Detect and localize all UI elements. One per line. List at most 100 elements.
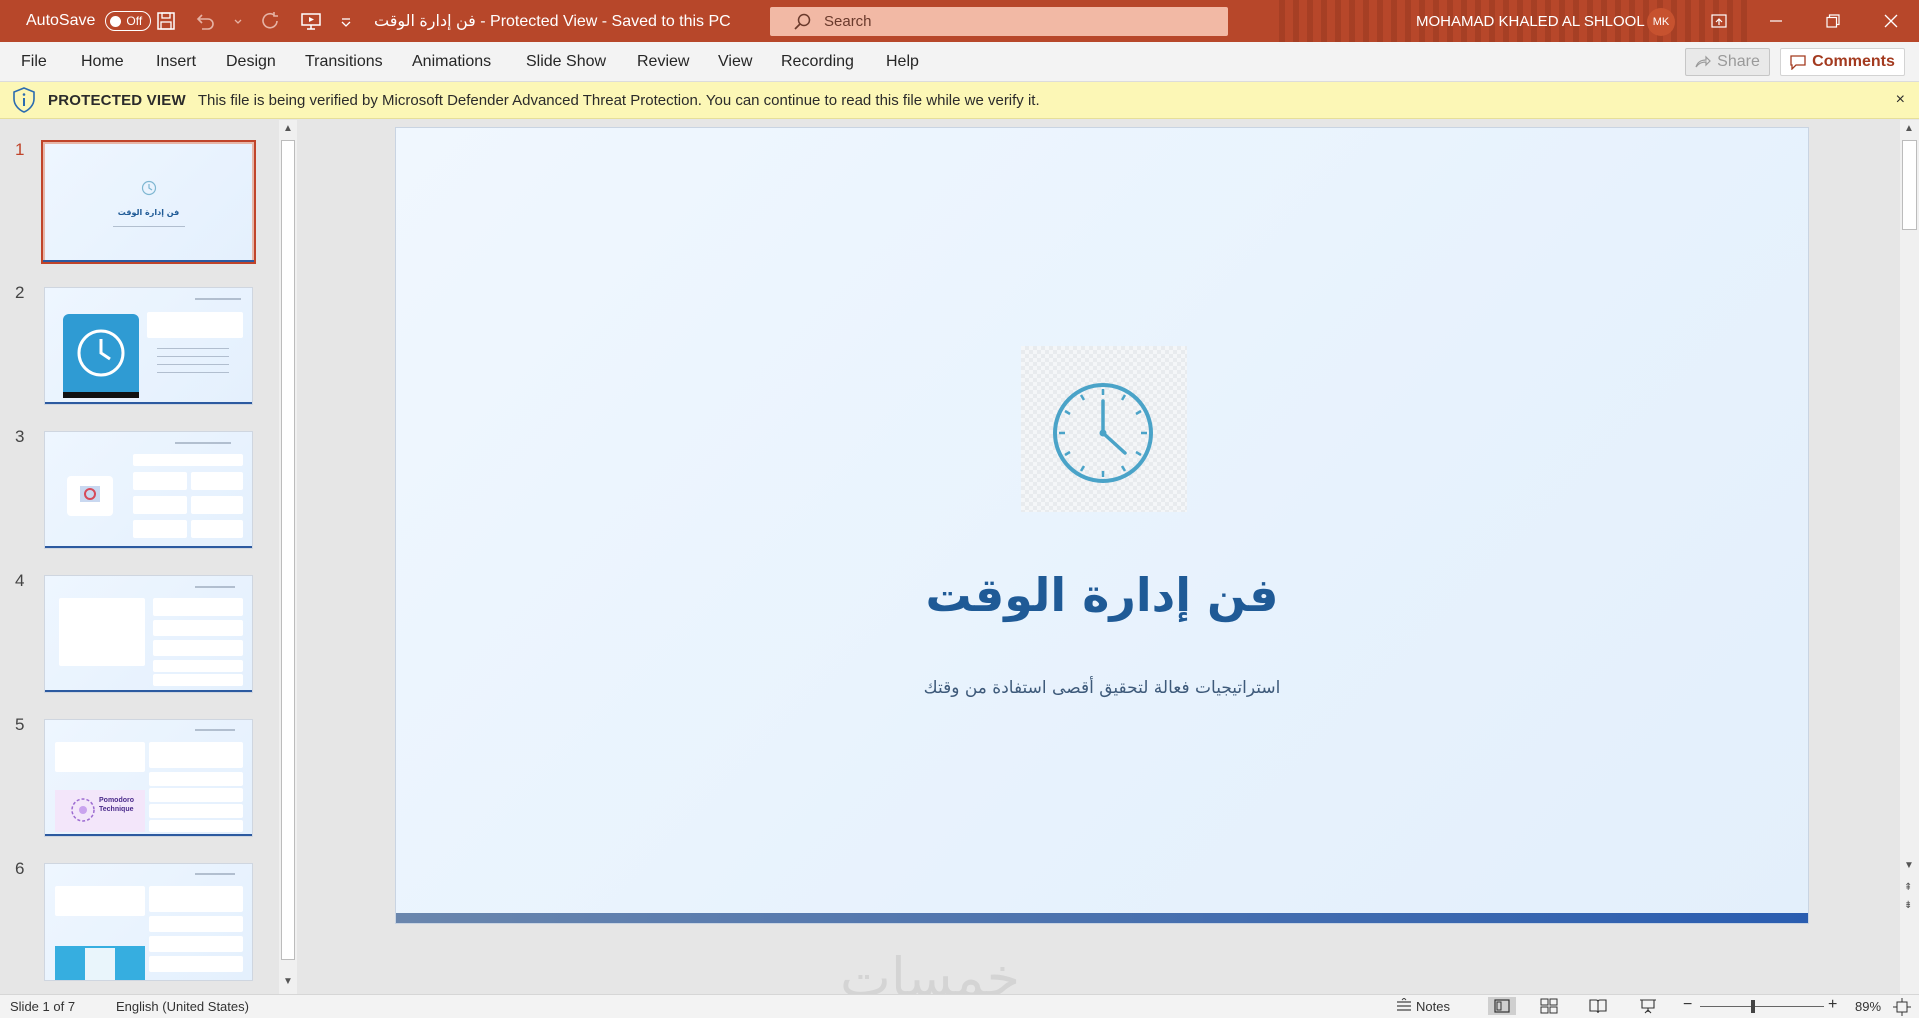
- clock-image: [1021, 346, 1187, 512]
- zoom-slider[interactable]: [1700, 1006, 1824, 1007]
- slide-sorter-icon: [1540, 998, 1558, 1014]
- pomodoro-illustration: Pomodoro Technique: [55, 790, 145, 832]
- save-icon[interactable]: [156, 11, 176, 31]
- zoom-out-button[interactable]: −: [1683, 996, 1692, 1014]
- thumbnail-number: 4: [15, 571, 25, 590]
- illustration-image: [67, 476, 113, 516]
- restore-button[interactable]: [1810, 0, 1856, 42]
- previous-slide-icon[interactable]: ⇞: [1904, 882, 1912, 893]
- search-placeholder: Search: [824, 13, 872, 30]
- quick-access-toolbar: [156, 0, 352, 42]
- title-bar: AutoSave Off فن إدارة الوقت - Protected …: [0, 0, 1919, 42]
- next-slide-icon[interactable]: ⇟: [1904, 900, 1912, 911]
- zoom-level[interactable]: 89%: [1855, 999, 1881, 1014]
- tab-view[interactable]: View: [718, 42, 752, 82]
- undo-icon[interactable]: [194, 11, 216, 31]
- tab-file[interactable]: File: [21, 42, 47, 82]
- fit-to-window-icon: [1893, 998, 1911, 1016]
- slide-subtitle[interactable]: استراتيجيات فعالة لتحقيق أقصى استفادة من…: [396, 678, 1808, 698]
- tab-transitions[interactable]: Transitions: [305, 42, 383, 82]
- zoom-slider-thumb[interactable]: [1751, 1000, 1755, 1013]
- calendar-image: [55, 946, 145, 980]
- normal-view-button[interactable]: [1488, 997, 1516, 1015]
- reading-view-icon: [1589, 999, 1607, 1014]
- close-icon: [1884, 14, 1898, 28]
- thumbnail-number: 2: [15, 283, 25, 302]
- fit-slide-button[interactable]: [1893, 998, 1911, 1018]
- clock-icon: [141, 180, 157, 196]
- shield-info-icon: [13, 87, 35, 113]
- share-label: Share: [1717, 53, 1760, 70]
- thumbnail-number: 5: [15, 715, 25, 734]
- scroll-up-icon[interactable]: ▲: [1904, 123, 1914, 134]
- slide-scrollbar[interactable]: ▲ ▼ ⇞ ⇟: [1900, 120, 1919, 994]
- autosave-toggle[interactable]: Off: [105, 11, 152, 31]
- slide-canvas[interactable]: فن إدارة الوقت استراتيجيات فعالة لتحقيق …: [395, 127, 1809, 924]
- thumbnails-scrollbar[interactable]: ▲ ▼: [279, 120, 297, 994]
- account-name[interactable]: MOHAMAD KHALED AL SHLOOL: [1416, 0, 1645, 42]
- comment-icon: [1790, 54, 1806, 70]
- language-indicator[interactable]: English (United States): [116, 999, 249, 1014]
- tab-recording[interactable]: Recording: [781, 42, 854, 82]
- slide-title[interactable]: فن إدارة الوقت: [396, 568, 1808, 622]
- scroll-down-icon[interactable]: ▼: [1904, 860, 1914, 871]
- ribbon-display-options-button[interactable]: [1696, 0, 1742, 42]
- minimize-button[interactable]: [1753, 0, 1799, 42]
- tab-review[interactable]: Review: [637, 42, 689, 82]
- slide-show-icon: [1640, 999, 1656, 1014]
- protected-view-label: PROTECTED VIEW: [48, 91, 186, 109]
- target-icon: [80, 486, 100, 502]
- scroll-down-icon[interactable]: ▼: [283, 976, 293, 987]
- thumbnail-number: 1: [15, 140, 25, 159]
- tab-slide-show[interactable]: Slide Show: [526, 42, 606, 82]
- slide-thumbnail-1[interactable]: فن إدارة الوقت: [41, 140, 256, 264]
- reading-view-button[interactable]: [1589, 998, 1607, 1017]
- slide-thumbnail-3[interactable]: [44, 431, 253, 549]
- autosave-control[interactable]: AutoSave Off: [26, 0, 152, 42]
- undo-dropdown-chevron-icon[interactable]: [234, 11, 242, 31]
- ribbon-display-icon: [1711, 14, 1727, 28]
- slide-thumbnail-4[interactable]: [44, 575, 253, 693]
- clock-icon: [77, 329, 125, 377]
- slide-thumbnail-6[interactable]: [44, 863, 253, 981]
- notes-icon: [1397, 997, 1411, 1011]
- slide-thumbnail-2[interactable]: [44, 287, 253, 405]
- close-message-bar-icon[interactable]: ×: [1896, 91, 1905, 109]
- thumbnail-subtitle-line: [113, 226, 185, 227]
- slide-thumbnails-pane: 1 فن إدارة الوقت 2 3 4 5 Pomodoro Techni…: [0, 120, 300, 994]
- close-window-button[interactable]: [1868, 0, 1914, 42]
- present-from-start-icon[interactable]: [300, 11, 322, 31]
- scrollbar-thumb[interactable]: [281, 140, 295, 960]
- tab-insert[interactable]: Insert: [156, 42, 196, 82]
- notes-button[interactable]: [1394, 997, 1414, 1017]
- slide-thumbnail-5[interactable]: Pomodoro Technique: [44, 719, 253, 837]
- scroll-up-icon[interactable]: ▲: [283, 123, 293, 134]
- notes-label[interactable]: Notes: [1416, 999, 1450, 1014]
- search-box[interactable]: Search: [770, 7, 1228, 36]
- share-icon: [1695, 55, 1711, 68]
- document-title: فن إدارة الوقت - Protected View - Saved …: [374, 13, 731, 30]
- clock-app-image: [63, 314, 139, 398]
- protected-view-bar: PROTECTED VIEW This file is being verifi…: [0, 82, 1919, 119]
- thumbnail-number: 3: [15, 427, 25, 446]
- comments-button[interactable]: Comments: [1780, 48, 1905, 76]
- zoom-in-button[interactable]: +: [1828, 996, 1837, 1014]
- pomodoro-clock-icon: [71, 798, 95, 822]
- comments-label: Comments: [1812, 53, 1895, 70]
- tab-home[interactable]: Home: [81, 42, 124, 82]
- thumbnail-title: فن إدارة الوقت: [117, 208, 180, 217]
- slide-sorter-button[interactable]: [1540, 998, 1558, 1017]
- scrollbar-thumb[interactable]: [1902, 140, 1917, 230]
- thumbnail-bottom-bar: [43, 260, 254, 262]
- tab-design[interactable]: Design: [226, 42, 276, 82]
- tab-help[interactable]: Help: [886, 42, 919, 82]
- slide-show-button[interactable]: [1639, 998, 1657, 1017]
- autosave-state: Off: [126, 14, 143, 28]
- normal-view-icon: [1494, 999, 1510, 1013]
- tab-animations[interactable]: Animations: [412, 42, 491, 82]
- share-button[interactable]: Share: [1685, 48, 1770, 76]
- customize-toolbar-chevron-icon[interactable]: [340, 11, 352, 31]
- status-bar: Slide 1 of 7 English (United States) Not…: [0, 994, 1919, 1018]
- avatar[interactable]: MK: [1647, 8, 1675, 36]
- redo-icon[interactable]: [260, 11, 282, 31]
